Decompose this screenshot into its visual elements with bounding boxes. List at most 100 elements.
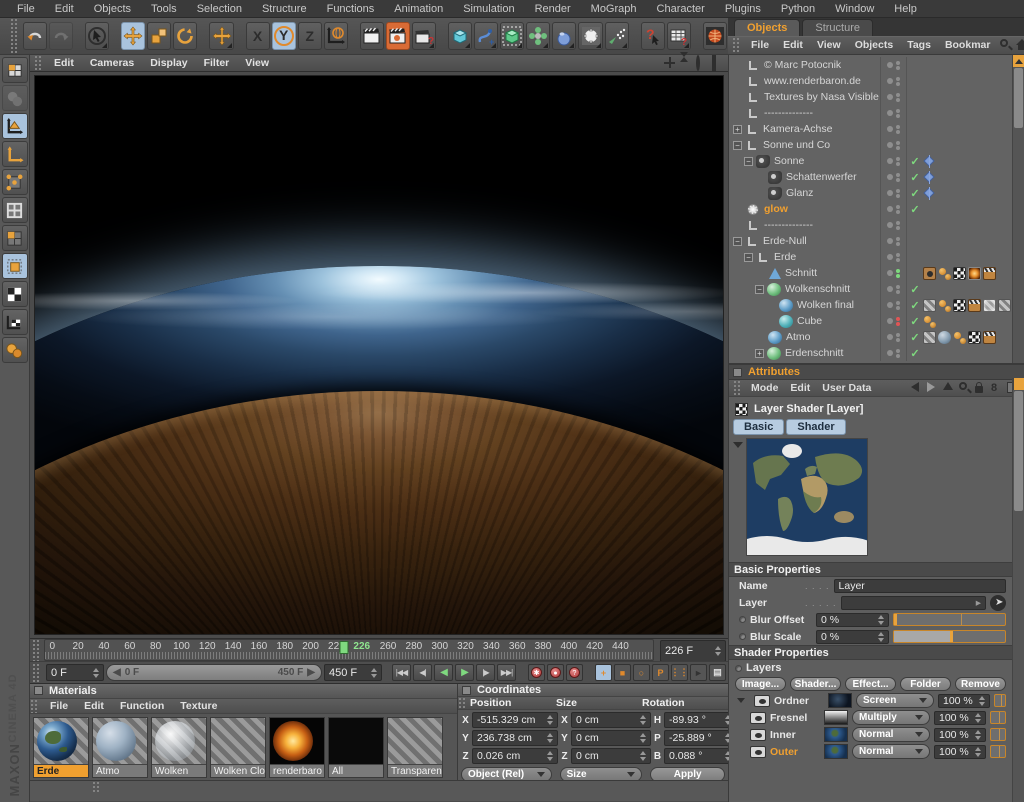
snap-settings-icon[interactable] xyxy=(2,337,28,363)
visibility-toggles[interactable] xyxy=(881,249,907,265)
play-forward-button[interactable]: ▶ xyxy=(455,664,474,681)
coordinate-field[interactable]: 0.026 cm xyxy=(472,748,558,764)
visibility-toggles[interactable] xyxy=(881,169,907,185)
menu-edit[interactable]: Edit xyxy=(46,2,83,16)
tree-scrollbar[interactable] xyxy=(1012,55,1024,363)
y-axis-lock[interactable]: Y xyxy=(272,22,296,50)
collapse-minus-icon[interactable]: − xyxy=(733,237,742,246)
scale-tool-icon[interactable] xyxy=(147,22,171,50)
viewport-menu-display[interactable]: Display xyxy=(142,57,195,69)
add-emitter-icon[interactable] xyxy=(605,22,629,50)
range-left-arrow[interactable]: ◀ xyxy=(113,667,121,678)
materials-menu-file[interactable]: File xyxy=(42,700,76,712)
playhead[interactable] xyxy=(340,641,349,654)
coordinate-field[interactable]: -89.93 ° xyxy=(664,712,736,728)
shader-preview-map[interactable] xyxy=(746,438,868,556)
menu-plugins[interactable]: Plugins xyxy=(716,2,770,16)
tree-row[interactable]: Cube✓ xyxy=(729,313,1012,329)
coordinate-spinner[interactable] xyxy=(639,733,646,743)
history-back-icon[interactable] xyxy=(911,382,924,395)
texture-axis-icon[interactable] xyxy=(2,281,28,307)
add-cube-icon[interactable] xyxy=(448,22,472,50)
layer-dot[interactable] xyxy=(887,126,893,132)
layer-dot[interactable] xyxy=(887,286,893,292)
layer-visibility-icon[interactable] xyxy=(750,712,766,724)
material-thumbnail[interactable] xyxy=(34,718,88,764)
menu-animation[interactable]: Animation xyxy=(385,2,452,16)
range-right-arrow[interactable]: ▶ xyxy=(307,667,315,678)
visibility-dots[interactable] xyxy=(896,285,900,294)
preview-range-slider[interactable]: ◀ 0 F 450 F ▶ xyxy=(106,664,322,681)
material-wolken-clo[interactable]: Wolken Clo xyxy=(210,717,266,778)
material-thumbnail[interactable] xyxy=(152,718,206,764)
visibility-toggles[interactable] xyxy=(881,281,907,297)
layer-opacity-slider[interactable] xyxy=(990,711,1006,724)
history-forward-icon[interactable] xyxy=(927,382,940,395)
viewport-grip[interactable] xyxy=(34,55,42,71)
material-thumbnail[interactable] xyxy=(211,718,265,764)
status-grip[interactable] xyxy=(92,781,100,793)
layer-dot[interactable] xyxy=(887,270,893,276)
blur-offset-spinner[interactable] xyxy=(877,615,884,625)
om-menu-view[interactable]: View xyxy=(810,39,848,51)
materials-menu-function[interactable]: Function xyxy=(112,700,172,712)
opacity-spinner[interactable] xyxy=(974,730,981,740)
undo-icon[interactable] xyxy=(23,22,47,50)
target-tag[interactable] xyxy=(923,187,936,200)
menu-structure[interactable]: Structure xyxy=(253,2,316,16)
tab-objects[interactable]: Objects xyxy=(734,19,800,36)
tree-row[interactable]: -------------- xyxy=(729,217,1012,233)
opacity-spinner[interactable] xyxy=(974,713,981,723)
basic-properties-header[interactable]: Basic Properties xyxy=(729,562,1012,577)
stripe-tag[interactable] xyxy=(923,299,936,312)
goto-start-button[interactable]: |◀◀ xyxy=(392,664,411,681)
image-button[interactable]: Image... xyxy=(735,677,786,691)
timeline-ruler[interactable]: 0204060801001201401601802002202602803003… xyxy=(44,639,654,661)
layer-dot[interactable] xyxy=(887,158,893,164)
shader-button[interactable]: Shader... xyxy=(790,677,841,691)
add-array-icon[interactable] xyxy=(526,22,550,50)
model-mode-icon[interactable] xyxy=(2,85,28,111)
visibility-toggles[interactable] xyxy=(881,329,907,345)
layer-thumbnail[interactable] xyxy=(824,744,848,759)
menu-render[interactable]: Render xyxy=(526,2,580,16)
coordinate-field[interactable]: -515.329 cm xyxy=(472,712,558,728)
viewport-menu-cameras[interactable]: Cameras xyxy=(82,57,142,69)
layer-opacity-field[interactable]: 100 % xyxy=(934,745,986,759)
panel-icon[interactable] xyxy=(34,686,43,695)
layer-dot[interactable] xyxy=(887,222,893,228)
visibility-toggles[interactable] xyxy=(881,105,907,121)
layer-browse-icon[interactable]: ➤ xyxy=(990,595,1006,611)
blur-offset-slider[interactable] xyxy=(893,613,1006,626)
materials-menu-texture[interactable]: Texture xyxy=(172,700,225,712)
coordinate-spinner[interactable] xyxy=(546,715,553,725)
glow-tag[interactable] xyxy=(968,267,981,280)
om-menu-edit[interactable]: Edit xyxy=(776,39,810,51)
layer-visibility-icon[interactable] xyxy=(750,746,766,758)
blur-offset-field[interactable]: 0 % xyxy=(816,613,889,627)
visibility-toggles[interactable] xyxy=(881,297,907,313)
menu-help[interactable]: Help xyxy=(885,2,926,16)
visibility-toggles[interactable] xyxy=(881,345,907,361)
tab-structure[interactable]: Structure xyxy=(802,19,873,36)
parent-icon[interactable] xyxy=(943,382,956,395)
snapshot-icon[interactable]: 8 xyxy=(991,382,1004,395)
layer-dot[interactable] xyxy=(887,110,893,116)
menu-objects[interactable]: Objects xyxy=(85,2,140,16)
material-transparen[interactable]: Transparen xyxy=(387,717,443,778)
layers-radio[interactable] xyxy=(735,665,742,672)
collapse-minus-icon[interactable]: − xyxy=(744,253,753,262)
camera-tag[interactable] xyxy=(923,267,936,280)
add-metaball-icon[interactable] xyxy=(552,22,576,50)
om-menu-file[interactable]: File xyxy=(744,39,776,51)
spheres-tag[interactable] xyxy=(938,299,951,312)
collapse-minus-icon[interactable]: − xyxy=(755,285,764,294)
layer-dot[interactable] xyxy=(887,318,893,324)
layer-opacity-field[interactable]: 100 % xyxy=(934,728,986,742)
blend-mode-dropdown[interactable]: Normal xyxy=(852,744,930,759)
visibility-toggles[interactable] xyxy=(881,73,907,89)
loop-end-field[interactable]: 450 F xyxy=(324,664,382,681)
menu-window[interactable]: Window xyxy=(826,2,883,16)
enable-check[interactable]: ✓ xyxy=(907,315,923,328)
key-scale-toggle[interactable]: ■ xyxy=(614,664,631,681)
